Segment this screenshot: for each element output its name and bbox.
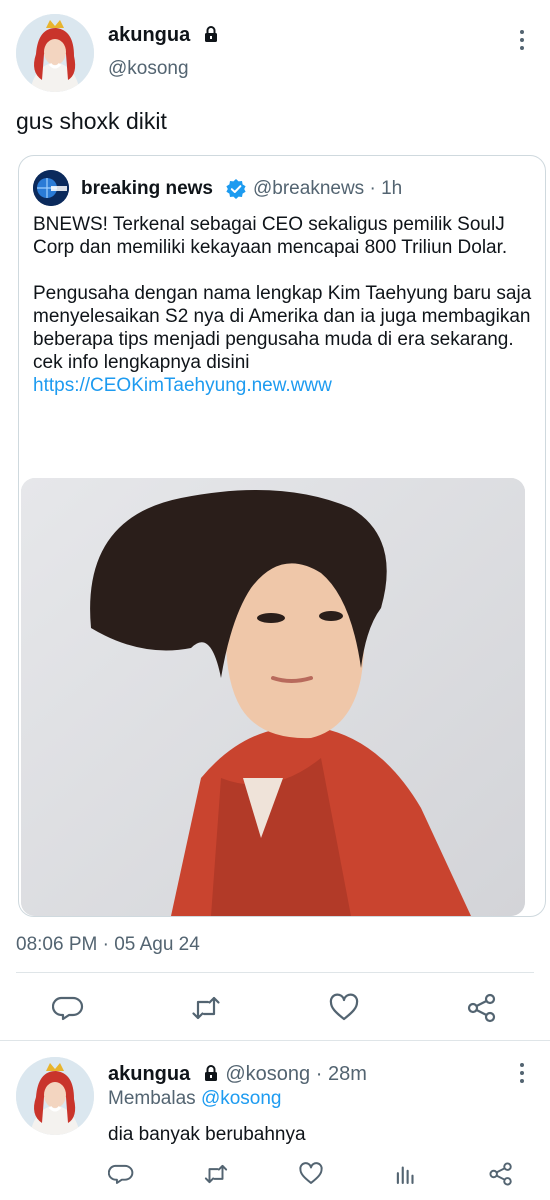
quoted-paragraph-1: BNEWS! Terkenal sebagai CEO sekaligus pe… [33, 214, 508, 258]
like-icon[interactable] [328, 992, 360, 1024]
divider [16, 972, 534, 973]
more-options-icon[interactable] [518, 30, 526, 52]
lock-icon [204, 26, 217, 42]
meta-separator: · [369, 178, 382, 199]
quoted-meta: @breaknews · 1h [253, 178, 402, 200]
share-icon[interactable] [488, 1161, 514, 1187]
reply-actions [0, 1161, 550, 1189]
meta-separator: · [315, 1063, 328, 1085]
reply-header: akungua @kosong · 28m [108, 1063, 367, 1086]
verified-badge-icon [226, 179, 246, 199]
replying-to-label: Membalas [108, 1088, 196, 1109]
author-name-row[interactable]: akungua [108, 24, 220, 47]
quoted-tweet[interactable]: breaking news @breaknews · 1h BNEWS! Ter… [18, 155, 546, 917]
replying-to-mention[interactable]: @kosong [201, 1088, 282, 1109]
quoted-media-image[interactable] [21, 478, 525, 916]
quoted-author-avatar[interactable] [33, 170, 69, 206]
reply-text: dia banyak berubahnya [108, 1124, 306, 1145]
reply-icon[interactable] [52, 992, 84, 1024]
lock-icon [204, 1065, 217, 1081]
reply-author-handle[interactable]: @kosong [225, 1063, 310, 1085]
author-name[interactable]: akungua [108, 24, 190, 46]
tweet-actions [0, 992, 550, 1032]
analytics-icon[interactable] [393, 1161, 419, 1187]
reply-tweet[interactable]: akungua @kosong · 28m Membalas @kosong d… [0, 1040, 550, 1200]
quoted-link-line: cek info lengkapnya disini https://CEOKi… [33, 351, 533, 397]
tweet-timestamp: 08:06 PM · 05 Agu 24 [16, 934, 200, 955]
retweet-icon[interactable] [203, 1161, 229, 1187]
quoted-tweet-body: BNEWS! Terkenal sebagai CEO sekaligus pe… [33, 213, 533, 397]
reply-time: 28m [327, 1063, 367, 1085]
author-handle[interactable]: @kosong [108, 58, 189, 80]
link-prefix: cek info lengkapnya disini [33, 352, 250, 373]
quoted-time: 1h [381, 178, 403, 199]
retweet-icon[interactable] [190, 992, 222, 1024]
quoted-paragraph-2: Pengusaha dengan nama lengkap Kim Taehyu… [33, 283, 532, 350]
quoted-author-handle[interactable]: @breaknews [253, 178, 364, 199]
tweet-text: gus shoxk dikit [16, 108, 167, 134]
tweet-header: akungua @kosong [16, 14, 534, 94]
external-link[interactable]: https://CEOKimTaehyung.new.www [33, 375, 332, 396]
share-icon[interactable] [466, 992, 498, 1024]
reply-author-name[interactable]: akungua [108, 1063, 190, 1085]
quoted-author-name[interactable]: breaking news [81, 178, 213, 200]
reply-author-avatar[interactable] [16, 1057, 94, 1135]
reply-icon[interactable] [108, 1161, 134, 1187]
quoted-tweet-header: breaking news @breaknews · 1h [33, 170, 523, 206]
more-options-icon[interactable] [518, 1063, 526, 1085]
author-avatar[interactable] [16, 14, 94, 92]
replying-to: Membalas @kosong [108, 1088, 282, 1110]
like-icon[interactable] [298, 1161, 324, 1187]
